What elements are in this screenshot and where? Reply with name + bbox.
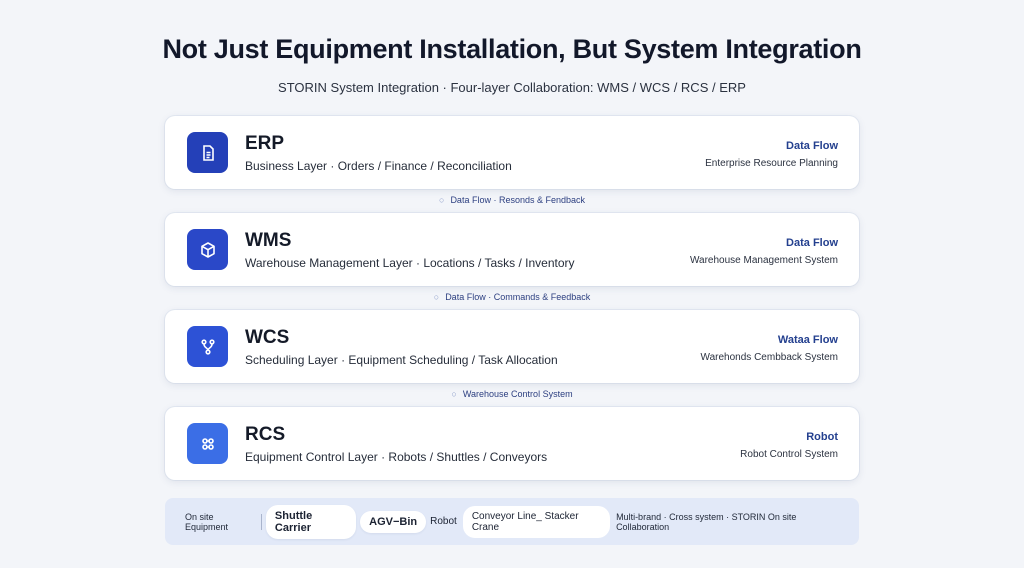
- page-subtitle: STORIN System Integration · Four-layer C…: [278, 80, 746, 95]
- connector-dot-icon: ○: [451, 389, 457, 399]
- layer-system: Robot Control System: [740, 449, 838, 460]
- layer-name: WCS: [245, 327, 290, 348]
- connector-label: Data Flow · Commands & Feedback: [445, 292, 591, 302]
- equipment-chip: Shuttle Carrier: [265, 504, 357, 539]
- connector-wms-wcs: ○ Data Flow · Commands & Feedback: [0, 292, 1024, 302]
- layer-tag: Data Flow: [786, 140, 838, 152]
- layer-name: RCS: [245, 424, 286, 445]
- layer-card-wcs: WCS Scheduling Layer · Equipment Schedul…: [165, 310, 859, 383]
- layer-system: Warehouse Management System: [689, 255, 838, 266]
- layer-name: ERP: [245, 133, 285, 154]
- connector-label: Data Flow · Resonds & Fendback: [450, 195, 585, 205]
- branch-icon: [187, 326, 228, 367]
- divider: [260, 513, 262, 530]
- layer-description: Warehouse Management Layer · Locations /…: [245, 256, 575, 270]
- layer-tag: Data Flow: [786, 237, 838, 249]
- connector-erp-wms: ○ Data Flow · Resonds & Fendback: [0, 195, 1024, 205]
- layer-system: Enterprise Resource Planning: [705, 158, 838, 169]
- layer-tag: Wataa Flow: [777, 334, 838, 346]
- cube-icon: [187, 229, 228, 270]
- connector-label: Warehouse Control System: [462, 389, 573, 399]
- connector-dot-icon: ○: [433, 292, 440, 302]
- equipment-bar: On site Equipment Shuttle Carrier AGV−Bi…: [165, 498, 859, 545]
- collaboration-note: Multi-brand · Cross system · STORIN On s…: [616, 511, 797, 532]
- layer-card-wms: WMS Warehouse Management Layer · Locatio…: [165, 213, 859, 286]
- layer-card-erp: ERP Business Layer · Orders / Finance / …: [165, 116, 859, 189]
- layer-description: Business Layer · Orders / Finance / Reco…: [245, 159, 512, 173]
- connector-dot-icon: ○: [439, 195, 445, 205]
- robot-icon: [187, 423, 228, 464]
- layer-tag: Robot: [806, 431, 838, 443]
- equipment-text: Robot: [430, 516, 457, 527]
- equipment-chip: AGV−Bin: [360, 510, 427, 533]
- layer-card-rcs: RCS Equipment Control Layer · Robots / S…: [165, 407, 859, 480]
- equipment-chip-light: Conveyor Line_ Stacker Crane: [462, 505, 611, 538]
- document-icon: [187, 132, 228, 173]
- layer-name: WMS: [245, 230, 292, 251]
- connector-wcs-rcs: ○ Warehouse Control System: [0, 389, 1024, 399]
- equipment-label: On site Equipment: [185, 511, 229, 532]
- layer-description: Scheduling Layer · Equipment Scheduling …: [245, 353, 558, 367]
- layer-description: Equipment Control Layer · Robots / Shutt…: [245, 450, 548, 464]
- layer-system: Warehonds Cembback System: [700, 352, 838, 363]
- page: Not Just Equipment Installation, But Sys…: [0, 0, 1024, 568]
- page-title: Not Just Equipment Installation, But Sys…: [162, 34, 862, 64]
